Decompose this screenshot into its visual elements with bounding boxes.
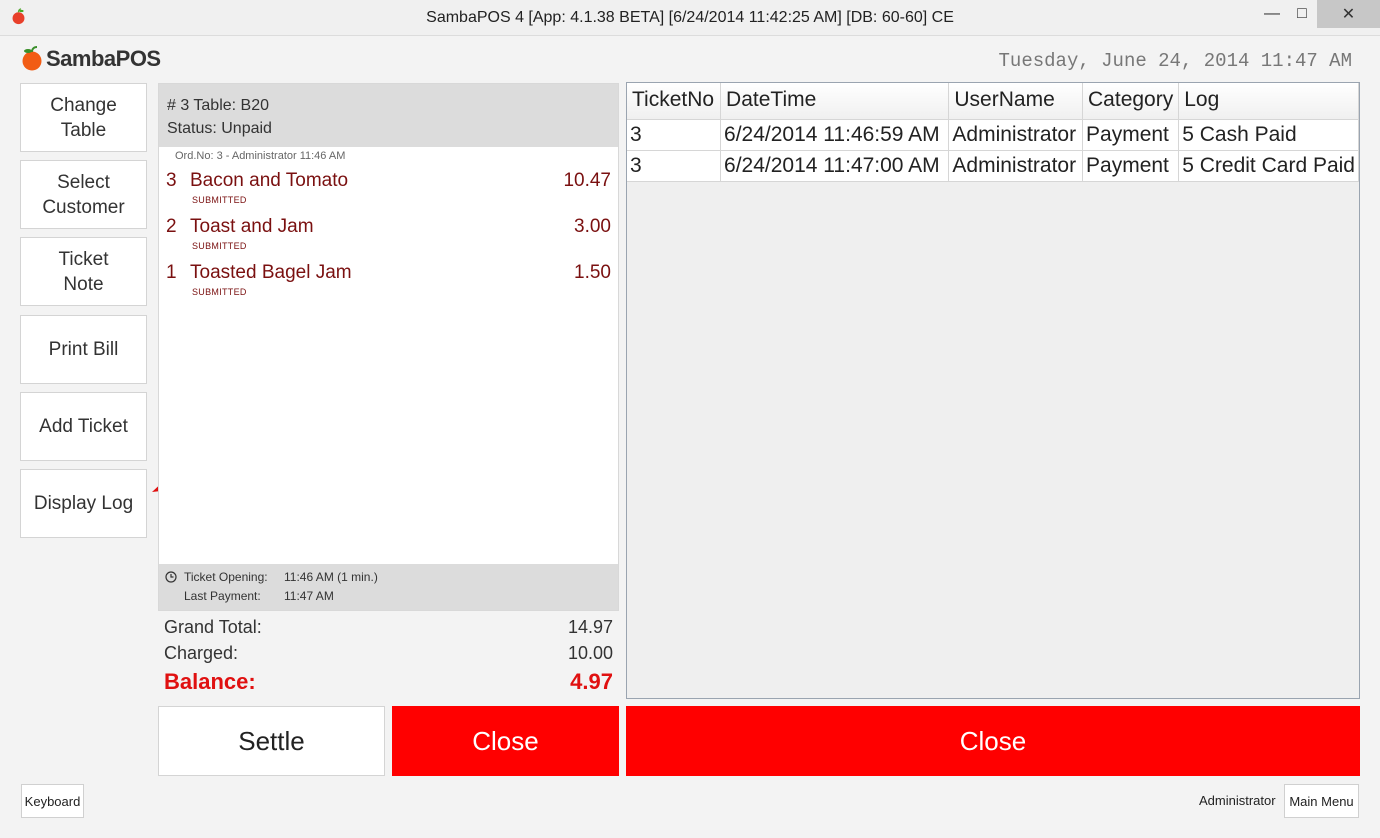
last-payment-label: Last Payment: bbox=[184, 589, 261, 603]
balance-row: Balance: 4.97 bbox=[158, 669, 619, 699]
ticket-note-button[interactable]: Ticket Note bbox=[20, 237, 147, 306]
apple-logo-icon bbox=[22, 46, 42, 71]
order-meta: Ord.No: 3 - Administrator 11:46 AM bbox=[175, 150, 346, 162]
close-log-button[interactable]: Close bbox=[626, 706, 1360, 776]
column-header-log[interactable]: Log bbox=[1178, 83, 1359, 120]
cell-log: 5 Credit Card Paid bbox=[1178, 150, 1359, 182]
cell-ticketno: 3 bbox=[627, 150, 722, 182]
cell-ticketno: 3 bbox=[627, 119, 722, 151]
clock: Tuesday, June 24, 2014 11:47 AM bbox=[998, 50, 1352, 72]
cell-category: Payment bbox=[1082, 119, 1180, 151]
close-ticket-button[interactable]: Close bbox=[392, 706, 619, 776]
log-grid: TicketNo DateTime UserName Category Log … bbox=[626, 82, 1360, 699]
select-customer-button[interactable]: Select Customer bbox=[20, 160, 147, 229]
order-name: Toast and Jam bbox=[190, 216, 314, 237]
ticket-panel: # 3 Table: B20 Status: Unpaid Ord.No: 3 … bbox=[158, 83, 619, 611]
order-qty: 3 bbox=[166, 170, 177, 191]
keyboard-button[interactable]: Keyboard bbox=[21, 784, 84, 818]
ticket-opening-value: 11:46 AM (1 min.) bbox=[284, 570, 378, 584]
last-payment-value: 11:47 AM bbox=[284, 589, 334, 603]
window-title: SambaPOS 4 [App: 4.1.38 BETA] [6/24/2014… bbox=[426, 9, 954, 26]
change-table-button[interactable]: Change Table bbox=[20, 83, 147, 152]
column-header-datetime[interactable]: DateTime bbox=[720, 83, 950, 120]
order-state: SUBMITTED bbox=[192, 195, 247, 205]
main-menu-button[interactable]: Main Menu bbox=[1284, 784, 1359, 818]
add-ticket-button[interactable]: Add Ticket bbox=[20, 392, 147, 461]
cell-username: Administrator bbox=[948, 150, 1084, 182]
logo-text: SambaPOS bbox=[46, 46, 161, 71]
ticket-opening-label: Ticket Opening: bbox=[184, 570, 268, 584]
window-close-button[interactable]: ✕ bbox=[1317, 0, 1380, 28]
display-log-button[interactable]: Display Log bbox=[20, 469, 147, 538]
ticket-opening-row: Ticket Opening: 11:46 AM (1 min.) bbox=[184, 570, 378, 584]
order-item[interactable]: 1 Toasted Bagel Jam 1.50 SUBMITTED bbox=[159, 256, 618, 302]
logo: SambaPOS bbox=[20, 46, 161, 72]
ticket-footer: Ticket Opening: 11:46 AM (1 min.) Last Pa… bbox=[159, 564, 618, 610]
balance-label: Balance: bbox=[164, 669, 256, 694]
log-header-row: TicketNo DateTime UserName Category Log bbox=[627, 83, 1359, 120]
ticket-title: # 3 Table: B20 bbox=[167, 97, 270, 114]
print-bill-button[interactable]: Print Bill bbox=[20, 315, 147, 384]
grand-total-value: 14.97 bbox=[567, 617, 613, 637]
grand-total-label: Grand Total: bbox=[164, 617, 262, 637]
cell-datetime: 6/24/2014 11:46:59 AM bbox=[720, 119, 950, 151]
clock-icon bbox=[165, 571, 177, 583]
table-row[interactable]: 3 6/24/2014 11:46:59 AM Administrator Pa… bbox=[627, 119, 1359, 151]
ticket-header: # 3 Table: B20 Status: Unpaid bbox=[159, 84, 618, 147]
current-user: Administrator bbox=[1199, 793, 1276, 808]
column-header-ticketno[interactable]: TicketNo bbox=[627, 83, 722, 120]
order-state: SUBMITTED bbox=[192, 287, 247, 297]
table-row[interactable]: 3 6/24/2014 11:47:00 AM Administrator Pa… bbox=[627, 150, 1359, 182]
balance-value: 4.97 bbox=[570, 669, 613, 694]
title-bar: SambaPOS 4 [App: 4.1.38 BETA] [6/24/2014… bbox=[0, 0, 1380, 36]
cell-username: Administrator bbox=[948, 119, 1084, 151]
ticket-status: Status: Unpaid bbox=[167, 120, 272, 137]
order-name: Toasted Bagel Jam bbox=[190, 262, 352, 283]
cell-category: Payment bbox=[1082, 150, 1180, 182]
order-item[interactable]: 2 Toast and Jam 3.00 SUBMITTED bbox=[159, 210, 618, 256]
last-payment-row: Last Payment: 11:47 AM bbox=[184, 589, 334, 603]
order-price: 1.50 bbox=[574, 262, 611, 283]
log-table: TicketNo DateTime UserName Category Log … bbox=[627, 83, 1359, 182]
charged-row: Charged: 10.00 bbox=[158, 643, 619, 669]
totals: Grand Total: 14.97 Charged: 10.00 Balanc… bbox=[158, 617, 619, 699]
order-price: 3.00 bbox=[574, 216, 611, 237]
column-header-username[interactable]: UserName bbox=[948, 83, 1084, 120]
order-price: 10.47 bbox=[563, 170, 611, 191]
order-qty: 1 bbox=[166, 262, 177, 283]
order-qty: 2 bbox=[166, 216, 177, 237]
maximize-button[interactable]: □ bbox=[1282, 0, 1322, 28]
column-header-category[interactable]: Category bbox=[1082, 83, 1180, 120]
charged-value: 10.00 bbox=[567, 643, 613, 663]
cell-datetime: 6/24/2014 11:47:00 AM bbox=[720, 150, 950, 182]
order-name: Bacon and Tomato bbox=[190, 170, 349, 191]
settle-button[interactable]: Settle bbox=[158, 706, 385, 776]
charged-label: Charged: bbox=[164, 643, 239, 663]
cell-log: 5 Cash Paid bbox=[1178, 119, 1359, 151]
order-item[interactable]: 3 Bacon and Tomato 10.47 SUBMITTED bbox=[159, 164, 618, 210]
grand-total-row: Grand Total: 14.97 bbox=[158, 617, 619, 643]
order-state: SUBMITTED bbox=[192, 241, 247, 251]
